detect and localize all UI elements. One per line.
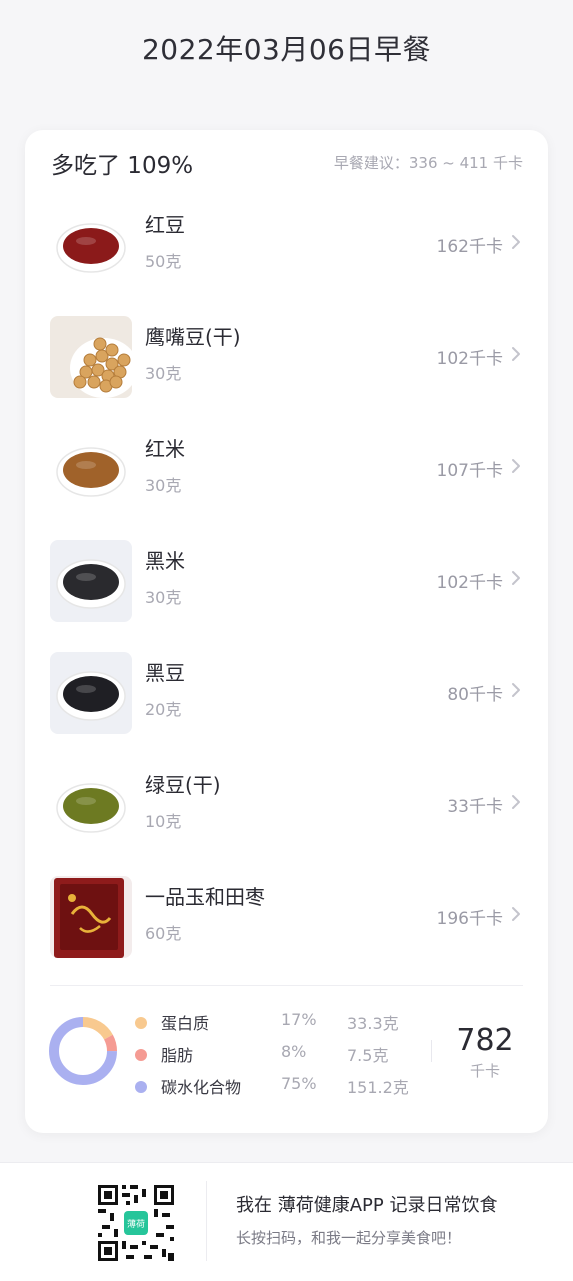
black-bean-plate-icon	[50, 652, 132, 734]
food-name: 黑米	[145, 549, 185, 573]
card-header: 多吃了 109% 早餐建议：336 ~ 411 千卡	[51, 146, 523, 186]
macro-list: 蛋白质 17% 33.3克 脂肪 8% 7.5克 碳水化合物 75% 151.2…	[135, 1010, 425, 1106]
food-calories: 33千卡	[447, 797, 503, 817]
macro-row: 蛋白质 17% 33.3克	[135, 1010, 425, 1042]
macro-row: 碳水化合物 75% 151.2克	[135, 1074, 425, 1106]
chevron-right-icon	[512, 683, 520, 697]
food-name: 红豆	[145, 213, 185, 237]
food-item[interactable]: 一品玉和田枣 60克 196千卡	[50, 876, 525, 958]
over-intake-text: 多吃了 109%	[51, 153, 194, 179]
food-amount: 10克	[145, 812, 182, 831]
black-rice-plate-icon	[50, 540, 132, 622]
food-item[interactable]: 鹰嘴豆(干) 30克 102千卡	[50, 316, 525, 398]
share-subline: 长按扫码，和我一起分享美食吧！	[236, 1229, 462, 1247]
food-amount: 20克	[145, 700, 182, 719]
divider	[50, 985, 523, 986]
page-title: 2022年03月06日早餐	[141, 33, 432, 66]
chevron-right-icon	[512, 235, 520, 249]
food-name: 红米	[145, 437, 185, 461]
chickpea-bowl-icon	[50, 316, 132, 398]
food-calories: 80千卡	[447, 685, 503, 705]
macro-name: 脂肪	[161, 1046, 194, 1065]
mung-bean-plate-icon	[50, 764, 132, 846]
food-calories: 102千卡	[436, 573, 503, 593]
chevron-right-icon	[512, 459, 520, 473]
food-calories: 196千卡	[436, 909, 503, 929]
food-calories: 107千卡	[436, 461, 503, 481]
macro-donut-chart	[49, 1017, 117, 1085]
food-name: 绿豆(干)	[145, 773, 221, 797]
food-item[interactable]: 红米 30克 107千卡	[50, 428, 525, 510]
food-item[interactable]: 黑豆 20克 80千卡	[50, 652, 525, 734]
chevron-right-icon	[512, 907, 520, 921]
macro-grams: 7.5克	[347, 1046, 389, 1065]
food-amount: 30克	[145, 588, 182, 607]
legend-dot	[135, 1081, 147, 1093]
svg-text:薄荷: 薄荷	[127, 1218, 145, 1230]
macro-grams: 33.3克	[347, 1014, 399, 1033]
macro-name: 蛋白质	[161, 1014, 210, 1033]
red-rice-plate-icon	[50, 428, 132, 510]
share-footer: 薄荷 我在 薄荷健康APP 记录日常饮食 长按扫码，和我一起分享美食吧！	[0, 1162, 573, 1281]
macro-name: 碳水化合物	[161, 1078, 242, 1097]
share-headline: 我在 薄荷健康APP 记录日常饮食	[236, 1195, 498, 1216]
divider-vertical	[206, 1181, 207, 1261]
chevron-right-icon	[512, 347, 520, 361]
food-name: 一品玉和田枣	[145, 885, 265, 909]
macro-percent: 75%	[281, 1074, 317, 1093]
food-name: 鹰嘴豆(干)	[145, 325, 241, 349]
red-bean-plate-icon	[50, 204, 132, 286]
food-amount: 50克	[145, 252, 182, 271]
total-calories-unit: 千卡	[469, 1062, 500, 1080]
meal-card: 多吃了 109% 早餐建议：336 ~ 411 千卡 红豆 50克 162千卡 …	[25, 130, 548, 1133]
macro-percent: 17%	[281, 1010, 317, 1029]
legend-dot	[135, 1017, 147, 1029]
qr-code-icon[interactable]: 薄荷	[96, 1183, 176, 1263]
food-name: 黑豆	[145, 661, 185, 685]
food-amount: 60克	[145, 924, 182, 943]
suggested-intake-text: 早餐建议：336 ~ 411 千卡	[333, 154, 523, 172]
food-amount: 30克	[145, 364, 182, 383]
chevron-right-icon	[512, 571, 520, 585]
chevron-right-icon	[512, 795, 520, 809]
food-calories: 102千卡	[436, 349, 503, 369]
food-item[interactable]: 绿豆(干) 10克 33千卡	[50, 764, 525, 846]
food-item[interactable]: 黑米 30克 102千卡	[50, 540, 525, 622]
total-calories: 782	[456, 1023, 514, 1058]
divider-vertical	[431, 1040, 432, 1062]
food-amount: 30克	[145, 476, 182, 495]
macro-grams: 151.2克	[347, 1078, 409, 1097]
macro-percent: 8%	[281, 1042, 307, 1061]
food-calories: 162千卡	[436, 237, 503, 257]
legend-dot	[135, 1049, 147, 1061]
jujube-package-icon	[50, 876, 132, 958]
food-item[interactable]: 红豆 50克 162千卡	[50, 204, 525, 286]
macro-row: 脂肪 8% 7.5克	[135, 1042, 425, 1074]
